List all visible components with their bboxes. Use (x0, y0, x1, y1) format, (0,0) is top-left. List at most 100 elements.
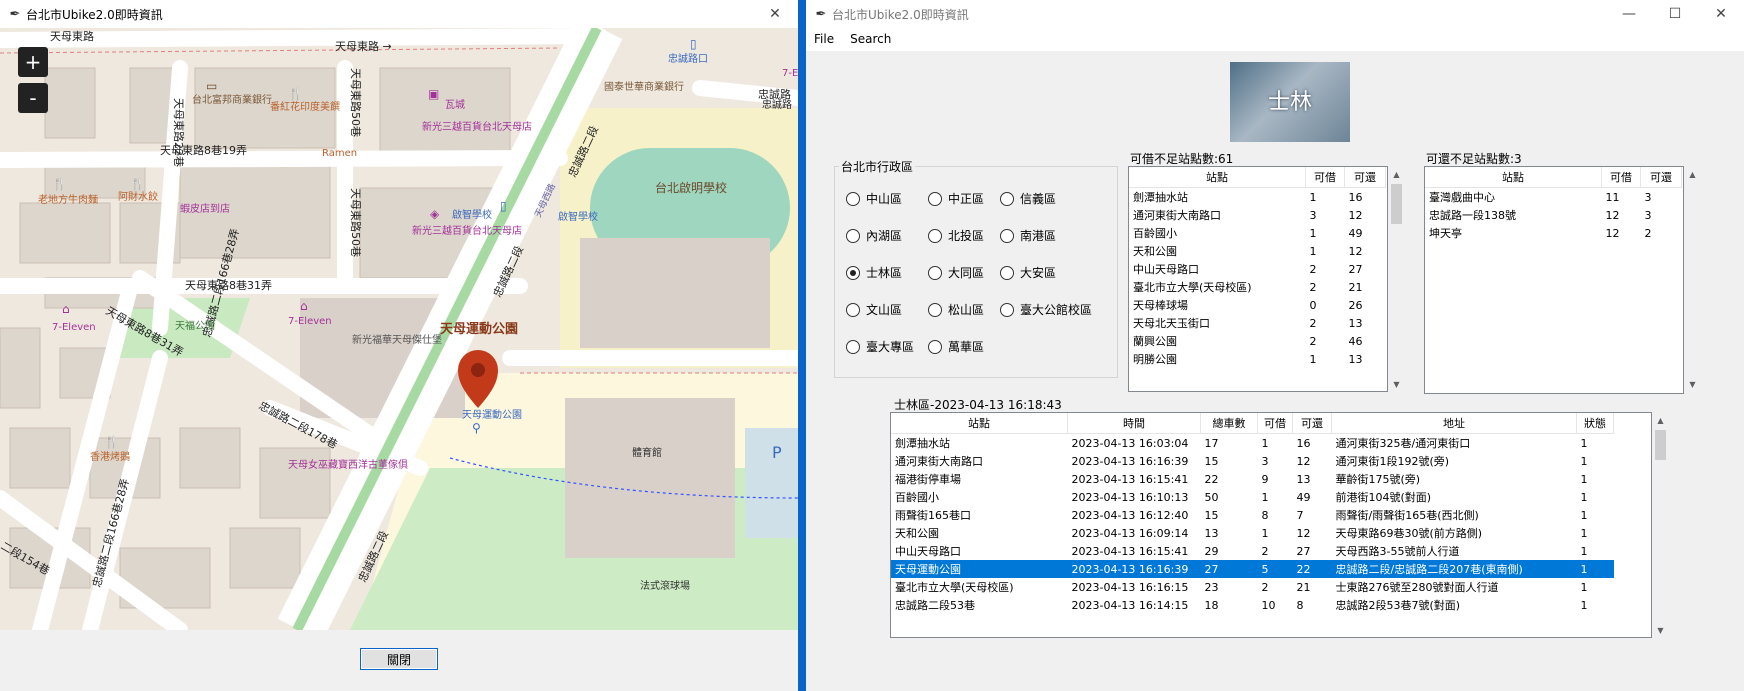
column-header[interactable]: 可借 (1601, 167, 1641, 188)
radio-indicator[interactable] (928, 302, 942, 317)
radio-indicator[interactable] (928, 228, 942, 243)
district-radio[interactable]: 士林區 (846, 264, 924, 281)
close-icon[interactable]: ✕ (1698, 0, 1744, 28)
table-cell: 16 (1296, 436, 1311, 450)
menu-file[interactable]: File (806, 32, 842, 46)
scroll-thumb[interactable] (1655, 430, 1666, 460)
table-row[interactable]: 劍潭抽水站 1 16 (1129, 188, 1386, 207)
district-radio[interactable]: 中正區 (928, 190, 1000, 207)
close-window-button[interactable]: ✕ (752, 0, 798, 28)
table-cell: 士東路276號至280號對面人行道 (1335, 581, 1499, 594)
minimize-icon[interactable]: — (1606, 0, 1652, 28)
scroll-down-icon[interactable]: ▼ (1684, 376, 1701, 392)
column-header[interactable]: 可還 (1344, 167, 1386, 188)
table-row[interactable]: 天母棒球場 0 26 (1129, 296, 1386, 314)
map-canvas[interactable]: 天母東路 天母東路 → 天母東路8巷19弄 天母東路8巷31弄 忠誠路二段178… (0, 28, 798, 630)
table-row[interactable]: 通河東街大南路口 3 12 (1129, 206, 1386, 224)
district-radio[interactable]: 南港區 (1000, 227, 1110, 244)
radio-indicator[interactable] (846, 191, 860, 206)
table-cell: 臺北市立大學(天母校區) (1133, 281, 1252, 294)
column-header[interactable]: 可借 (1305, 167, 1345, 188)
table-row[interactable]: 明勝公園 1 13 (1129, 350, 1386, 368)
district-radio[interactable]: 北投區 (928, 227, 1000, 244)
radio-indicator[interactable] (928, 339, 942, 354)
radio-indicator[interactable] (1000, 302, 1014, 317)
column-header[interactable]: 狀態 (1576, 413, 1614, 434)
column-header[interactable]: 可借 (1257, 413, 1293, 434)
menu-search[interactable]: Search (842, 32, 899, 46)
table-row[interactable]: 百齡國小 2023-04-13 16:10:13 50 1 49 前港街104號(對面) 1 (891, 488, 1614, 506)
radio-indicator[interactable] (846, 265, 860, 280)
table-row[interactable]: 臺灣戲曲中心 11 3 (1425, 188, 1682, 207)
table-row[interactable]: 坤天亭 12 2 (1425, 224, 1682, 242)
district-radio[interactable]: 內湖區 (846, 227, 924, 244)
scroll-down-icon[interactable]: ▼ (1652, 622, 1669, 638)
table-cell: 2023-04-13 16:15:41 (1071, 472, 1189, 486)
table-row[interactable]: 天母運動公園 2023-04-13 16:16:39 27 5 22 忠誠路二段/忠誠路二… (891, 560, 1614, 578)
detail-scrollbar[interactable]: ▲ ▼ (1652, 412, 1669, 638)
column-header[interactable]: 時間 (1067, 413, 1201, 434)
station-detail-table[interactable]: 站點 時間 總車數 可借 可還 地址 狀態 劍潭抽水站 2023-04-13 16:03:04 1… (890, 412, 1652, 638)
table-row[interactable]: 臺北市立大學(天母校區) 2023-04-13 16:16:15 23 2 21 士東路2… (891, 578, 1614, 596)
radio-indicator[interactable] (1000, 191, 1014, 206)
maximize-icon[interactable]: ☐ (1652, 0, 1698, 28)
low-bikes-table[interactable]: 站點 可借 可還 劍潭抽水站 1 16 通河東街大南路口 3 12 百齡國小 1 49 天和公園 1 12 中… (1128, 166, 1388, 392)
zoom-in-button[interactable]: + (18, 47, 48, 77)
table-row[interactable]: 忠誠路二段53巷 2023-04-13 16:14:15 18 10 8 忠誠路2段53巷… (891, 596, 1614, 614)
radio-indicator[interactable] (928, 265, 942, 280)
table-cell: 27 (1348, 262, 1363, 276)
column-header[interactable]: 站點 (1129, 167, 1306, 188)
map-poi-label: 忠誠路口 (668, 52, 708, 65)
map-view[interactable]: 天母東路 天母東路 → 天母東路8巷19弄 天母東路8巷31弄 忠誠路二段178… (0, 28, 798, 630)
map-road-label: 天母東路22巷 (172, 98, 185, 167)
column-header[interactable]: 站點 (1425, 167, 1602, 188)
radio-indicator[interactable] (846, 302, 860, 317)
table-row[interactable]: 天和公園 1 12 (1129, 242, 1386, 260)
radio-indicator[interactable] (846, 339, 860, 354)
column-header[interactable]: 站點 (891, 413, 1068, 434)
scroll-up-icon[interactable]: ▲ (1652, 412, 1669, 428)
table-row[interactable]: 通河東街大南路口 2023-04-13 16:16:39 15 3 12 通河東街1段19… (891, 452, 1614, 470)
table-row[interactable]: 蘭興公園 2 46 (1129, 332, 1386, 350)
low-docks-scrollbar[interactable]: ▲ ▼ (1684, 166, 1701, 392)
scroll-up-icon[interactable]: ▲ (1388, 166, 1405, 182)
scroll-down-icon[interactable]: ▼ (1388, 376, 1405, 392)
district-radio[interactable]: 文山區 (846, 301, 924, 318)
table-row[interactable]: 福港街停車場 2023-04-13 16:15:41 22 9 13 華齡街175號(旁)… (891, 470, 1614, 488)
low-docks-table[interactable]: 站點 可借 可還 臺灣戲曲中心 11 3 忠誠路一段138號 12 3 坤天亭 12 2 (1424, 166, 1684, 394)
table-row[interactable]: 劍潭抽水站 2023-04-13 16:03:04 17 1 16 通河東街325巷/通河… (891, 434, 1614, 453)
table-row[interactable]: 中山天母路口 2023-04-13 16:15:41 29 2 27 天母西路3-55號前… (891, 542, 1614, 560)
radio-indicator[interactable] (928, 191, 942, 206)
close-button[interactable]: 關閉 (360, 648, 438, 670)
table-row[interactable]: 天和公園 2023-04-13 16:09:14 13 1 12 天母東路69巷30號(前… (891, 524, 1614, 542)
district-radio[interactable]: 臺大公館校區 (1000, 301, 1110, 318)
district-radio[interactable]: 松山區 (928, 301, 1000, 318)
district-radio-label: 臺大公館校區 (1020, 303, 1093, 317)
column-header[interactable]: 可還 (1640, 167, 1682, 188)
table-row[interactable]: 臺北市立大學(天母校區) 2 21 (1129, 278, 1386, 296)
table-cell: 13 (1204, 526, 1219, 540)
column-header[interactable]: 地址 (1331, 413, 1577, 434)
district-radio[interactable]: 大同區 (928, 264, 1000, 281)
table-row[interactable]: 忠誠路一段138號 12 3 (1425, 206, 1682, 224)
scroll-thumb[interactable] (1391, 184, 1402, 224)
column-header[interactable]: 可還 (1292, 413, 1332, 434)
district-radio[interactable]: 萬華區 (928, 338, 1000, 355)
radio-indicator[interactable] (1000, 265, 1014, 280)
table-row[interactable]: 百齡國小 1 49 (1129, 224, 1386, 242)
district-radio[interactable]: 臺大專區 (846, 338, 924, 355)
column-header[interactable]: 總車數 (1200, 413, 1258, 434)
map-poi-label: 體育館 (632, 446, 662, 459)
low-bikes-scrollbar[interactable]: ▲ ▼ (1388, 166, 1405, 392)
table-row[interactable]: 中山天母路口 2 27 (1129, 260, 1386, 278)
map-poi-label: 台北啟明學校 (655, 180, 727, 195)
table-row[interactable]: 雨聲街165巷口 2023-04-13 16:12:40 15 8 7 雨聲街/雨聲街16… (891, 506, 1614, 524)
radio-indicator[interactable] (1000, 228, 1014, 243)
district-radio[interactable]: 大安區 (1000, 264, 1110, 281)
district-radio[interactable]: 信義區 (1000, 190, 1110, 207)
radio-indicator[interactable] (846, 228, 860, 243)
scroll-up-icon[interactable]: ▲ (1684, 166, 1701, 182)
zoom-out-button[interactable]: - (18, 83, 48, 113)
table-row[interactable]: 天母北天玉街口 2 13 (1129, 314, 1386, 332)
district-radio[interactable]: 中山區 (846, 190, 924, 207)
